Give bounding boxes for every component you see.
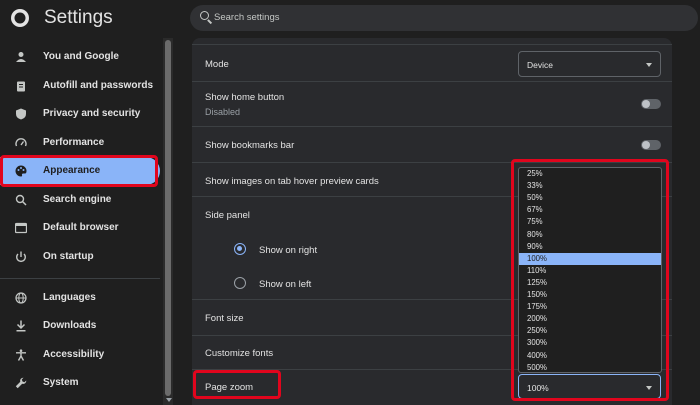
bookmarks-bar-label: Show bookmarks bar (205, 140, 295, 151)
customize-fonts-label: Customize fonts (205, 348, 274, 359)
appearance-highlight-box (0, 155, 158, 187)
home-button-row[interactable]: Show home button Disabled (192, 82, 672, 127)
sidebar-item-label: Default browser (43, 222, 119, 233)
sidebar-item-on-startup[interactable]: On startup (0, 243, 160, 271)
home-button-status: Disabled (205, 107, 241, 117)
sidebar-item-downloads[interactable]: Downloads (0, 312, 160, 340)
side-panel-right-label: Show on right (259, 245, 318, 256)
home-button-toggle[interactable] (641, 99, 661, 109)
chevron-down-icon (646, 63, 652, 67)
mode-value: Device (527, 60, 553, 70)
sidebar-item-search-engine[interactable]: Search engine (0, 186, 160, 214)
sidebar-item-privacy[interactable]: Privacy and security (0, 100, 160, 128)
sidebar-item-system[interactable]: System (0, 369, 160, 397)
browser-icon (14, 222, 28, 234)
sidebar-item-label: System (43, 377, 79, 388)
sidebar-divider (0, 278, 160, 279)
font-size-label: Font size (205, 313, 244, 324)
sidebar-item-languages[interactable]: Languages (0, 284, 160, 312)
download-icon (15, 320, 27, 332)
bookmarks-bar-toggle[interactable] (641, 140, 661, 150)
sidebar-item-label: Performance (43, 137, 105, 148)
search-icon (15, 194, 27, 206)
home-button-label: Show home button (205, 92, 285, 103)
sidebar-item-autofill[interactable]: Autofill and passwords (0, 72, 160, 100)
mode-label: Mode (205, 59, 229, 70)
wrench-icon (15, 377, 27, 389)
sidebar-item-label: Search engine (43, 194, 112, 205)
sidebar-item-label: Autofill and passwords (43, 80, 154, 91)
sidebar-item-label: Accessibility (43, 349, 105, 360)
sidebar-item-label: Privacy and security (43, 108, 141, 119)
sidebar-item-default-browser[interactable]: Default browser (0, 214, 160, 242)
gauge-icon (15, 137, 27, 149)
chrome-logo-icon (11, 9, 29, 27)
page-zoom-highlight-box (193, 370, 281, 399)
sidebar-item-performance[interactable]: Performance (0, 129, 160, 157)
accessibility-icon (15, 349, 27, 361)
globe-icon (15, 292, 27, 304)
search-placeholder: Search settings (214, 12, 280, 23)
zoom-dropdown-highlight-box (511, 159, 669, 401)
sidebar-item-label: Languages (43, 292, 96, 303)
sidebar: You and Google Autofill and passwords Pr… (0, 38, 163, 405)
side-panel-right-radio[interactable] (234, 243, 246, 255)
side-panel-left-radio[interactable] (234, 277, 246, 289)
person-icon (15, 51, 27, 63)
shield-icon (15, 108, 27, 120)
scroll-down-arrow-icon[interactable] (166, 398, 172, 402)
mode-select[interactable]: Device (518, 51, 661, 77)
power-icon (15, 251, 27, 263)
bookmarks-bar-row[interactable]: Show bookmarks bar (192, 127, 672, 163)
search-icon (200, 11, 209, 20)
sidebar-item-label: On startup (43, 251, 94, 262)
clipboard-icon (15, 80, 27, 92)
sidebar-item-you-and-google[interactable]: You and Google (0, 43, 160, 71)
app-title: Settings (44, 7, 113, 28)
side-panel-label: Side panel (205, 210, 250, 221)
sidebar-item-accessibility[interactable]: Accessibility (0, 341, 160, 369)
sidebar-item-label: You and Google (43, 51, 119, 62)
sidebar-item-label: Downloads (43, 320, 97, 331)
scrollbar-thumb[interactable] (165, 40, 171, 396)
side-panel-left-label: Show on left (259, 279, 312, 290)
hover-cards-label: Show images on tab hover preview cards (205, 176, 379, 187)
